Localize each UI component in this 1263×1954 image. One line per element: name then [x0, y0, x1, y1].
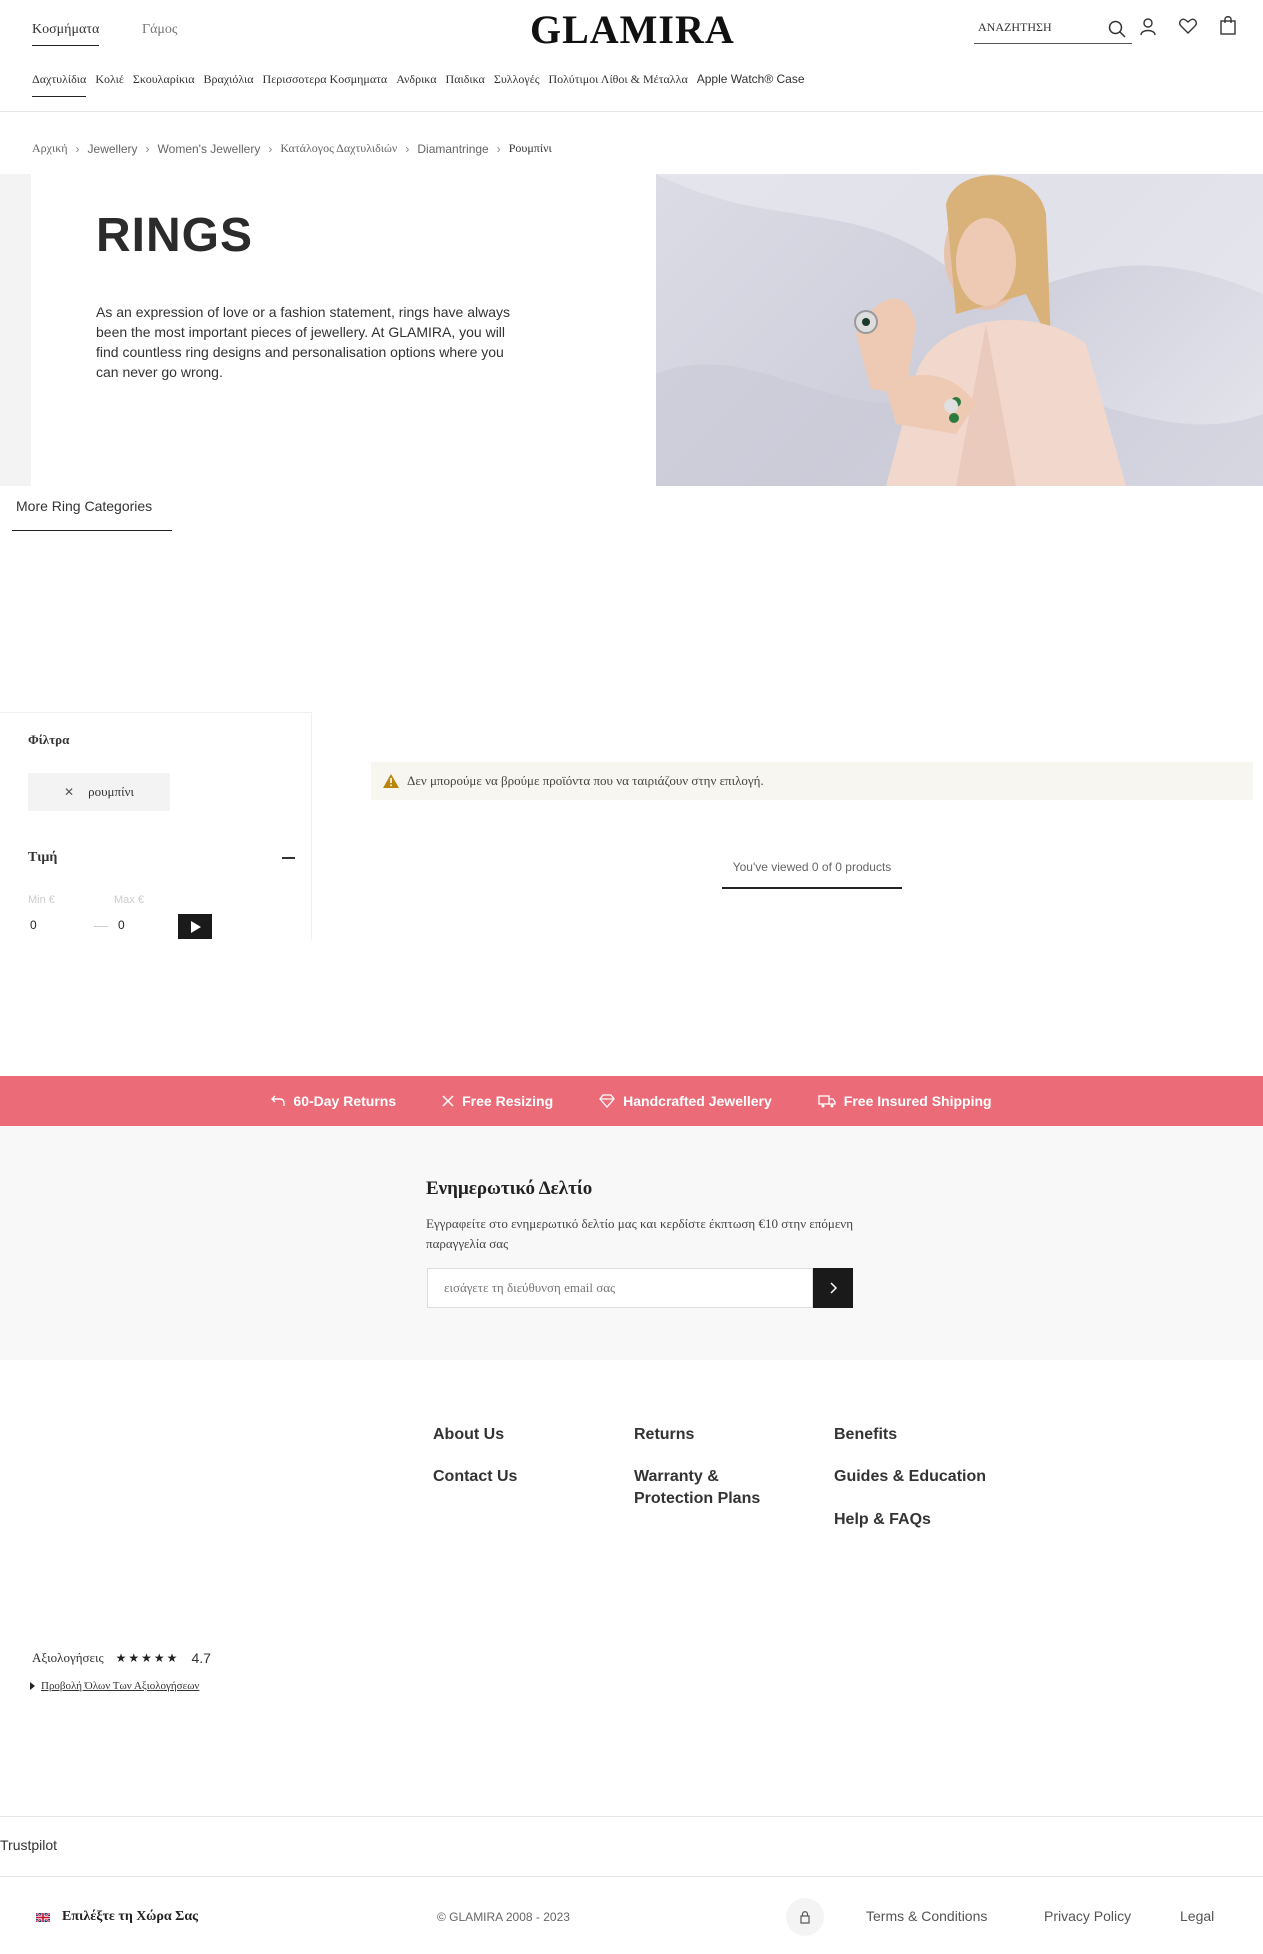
footer-link-contact-us[interactable]: Contact Us — [433, 1466, 517, 1488]
country-label: Επιλέξτε τη Χώρα Σας — [62, 1909, 199, 1924]
warning-icon — [383, 774, 399, 788]
chevron-right-icon: › — [145, 141, 150, 156]
perks-bar: 60-Day Returns Free Resizing Handcrafted… — [0, 1076, 1263, 1126]
chevron-right-icon: › — [268, 141, 273, 156]
newsletter-submit-button[interactable] — [813, 1268, 853, 1308]
nav-necklaces[interactable]: Κολιέ — [95, 72, 124, 97]
min-price-label: Min € — [28, 894, 55, 906]
reviews-summary: Αξιολογήσεις ★★★★★ 4.7 — [32, 1650, 211, 1666]
return-arrow-icon — [271, 1095, 286, 1106]
perk-handcrafted[interactable]: Handcrafted Jewellery — [599, 1093, 772, 1109]
uk-flag-icon — [36, 1912, 50, 1922]
logo[interactable]: GLAMIRA — [530, 6, 735, 53]
nav-gemstones-metals[interactable]: Πολύτιμοι Λίθοι & Μέταλλα — [548, 72, 687, 97]
max-price-label: Max € — [114, 894, 144, 906]
resize-icon — [442, 1095, 454, 1107]
hero-description: As an expression of love or a fashion st… — [96, 304, 510, 380]
search-icon[interactable] — [1108, 20, 1126, 38]
footer-link-help[interactable]: Help & FAQs — [834, 1509, 931, 1531]
breadcrumb-jewellery[interactable]: Jewellery — [88, 142, 138, 156]
newsletter-text: Εγγραφείτε στο ενημερωτικό δελτίο μας κα… — [426, 1216, 853, 1251]
main-nav: Δαχτυλίδια Κολιέ Σκουλαρίκια Βραχιόλια Π… — [32, 72, 805, 97]
max-price-input[interactable]: 0 — [118, 918, 125, 932]
newsletter-title: Ενημερωτικό Δελτίο — [426, 1178, 593, 1199]
terms-link[interactable]: Terms & Conditions — [866, 1908, 987, 1924]
star-rating-icon: ★★★★★ — [115, 1650, 180, 1665]
perk-shipping-label: Free Insured Shipping — [843, 1093, 992, 1109]
chevron-right-icon — [830, 1282, 838, 1294]
diamond-hand-icon — [599, 1094, 615, 1108]
user-icon[interactable] — [1140, 18, 1156, 36]
lock-icon[interactable] — [786, 1898, 824, 1936]
breadcrumb-home[interactable]: Αρχική — [32, 141, 68, 156]
breadcrumb: Αρχική › Jewellery › Women's Jewellery ›… — [32, 141, 552, 156]
price-filter-title[interactable]: Τιμή — [28, 850, 57, 866]
perk-shipping[interactable]: Free Insured Shipping — [818, 1093, 992, 1109]
alert-text: Δεν μπορούμε να βρούμε προϊόντα που να τ… — [407, 773, 764, 788]
header-divider — [0, 111, 1263, 112]
footer-link-benefits[interactable]: Benefits — [834, 1424, 897, 1446]
hero-left-strip — [0, 174, 31, 486]
nav-rings[interactable]: Δαχτυλίδια — [32, 72, 87, 97]
filters-title: Φίλτρα — [28, 732, 70, 747]
perk-handcrafted-label: Handcrafted Jewellery — [623, 1093, 772, 1109]
nav-bracelets[interactable]: Βραχιόλια — [204, 72, 254, 97]
truck-icon — [818, 1094, 836, 1107]
footer-divider-top — [0, 1816, 1263, 1817]
top-link-wedding[interactable]: Γάμος — [142, 22, 177, 38]
breadcrumb-ring-catalog[interactable]: Κατάλογος Δαχτυλιδιών — [280, 141, 397, 156]
footer-link-returns[interactable]: Returns — [634, 1424, 694, 1446]
active-filter-chip[interactable]: ✕ ρουμπίνι — [28, 773, 170, 811]
perk-resizing-label: Free Resizing — [462, 1093, 554, 1109]
heart-icon[interactable] — [1179, 18, 1197, 34]
collapse-icon[interactable] — [282, 857, 295, 859]
country-selector[interactable]: Επιλέξτε τη Χώρα Σας — [36, 1909, 198, 1925]
apply-price-button[interactable] — [178, 914, 212, 939]
search-label: ΑΝΑΖΗΤΗΣΗ — [978, 20, 1052, 34]
nav-men[interactable]: Ανδρικα — [396, 72, 436, 97]
breadcrumb-diamantringe[interactable]: Diamantringe — [417, 142, 488, 156]
no-products-alert: Δεν μπορούμε να βρούμε προϊόντα που να τ… — [371, 762, 1253, 800]
nav-kids[interactable]: Παιδικα — [446, 72, 485, 97]
rating-score: 4.7 — [191, 1650, 211, 1666]
nav-earrings[interactable]: Σκουλαρίκια — [133, 72, 195, 97]
perk-returns[interactable]: 60-Day Returns — [271, 1093, 396, 1109]
perk-returns-label: 60-Day Returns — [293, 1093, 397, 1109]
footer-link-warranty[interactable]: Warranty & Protection Plans — [634, 1466, 784, 1510]
breadcrumb-womens-jewellery[interactable]: Women's Jewellery — [158, 142, 261, 156]
range-separator — [94, 926, 108, 927]
search-input[interactable]: ΑΝΑΖΗΤΗΣΗ — [974, 16, 1132, 44]
footer-link-guides[interactable]: Guides & Education — [834, 1466, 986, 1488]
trustpilot-widget[interactable]: Trustpilot — [0, 1837, 57, 1853]
all-reviews-link[interactable]: Προβολή Όλων Των Αξιολογήσεων — [30, 1680, 199, 1692]
min-price-input[interactable]: 0 — [30, 918, 37, 932]
privacy-link[interactable]: Privacy Policy — [1044, 1908, 1131, 1924]
nav-more-jewellery[interactable]: Περισσοτερα Κοσμηματα — [263, 72, 388, 97]
viewed-progress-bar — [722, 887, 902, 889]
all-reviews-label: Προβολή Όλων Των Αξιολογήσεων — [41, 1680, 200, 1692]
breadcrumb-current: Ρουμπίνι — [508, 141, 552, 155]
viewed-count: You've viewed 0 of 0 products — [732, 860, 892, 874]
chevron-right-icon: › — [75, 141, 80, 156]
more-ring-categories-tab[interactable]: More Ring Categories — [12, 498, 172, 531]
page-title: RINGS — [96, 209, 254, 262]
perk-resizing[interactable]: Free Resizing — [442, 1093, 553, 1109]
close-icon[interactable]: ✕ — [64, 785, 74, 799]
cart-icon[interactable] — [1220, 16, 1236, 35]
hero-image — [656, 174, 1263, 486]
reviews-label: Αξιολογήσεις — [32, 1650, 104, 1665]
copyright: © GLAMIRA 2008 - 2023 — [437, 1910, 570, 1924]
nav-collections[interactable]: Συλλογές — [494, 72, 540, 97]
nav-apple-watch-case[interactable]: Apple Watch® Case — [697, 72, 805, 97]
newsletter-email-field[interactable] — [427, 1268, 813, 1308]
footer-divider-bottom — [0, 1876, 1263, 1877]
footer-link-about-us[interactable]: About Us — [433, 1424, 504, 1446]
legal-link[interactable]: Legal — [1180, 1908, 1214, 1924]
active-filter-label: ρουμπίνι — [88, 784, 134, 799]
chevron-right-icon: › — [496, 141, 501, 156]
top-link-jewellery[interactable]: Κοσμήματα — [32, 22, 100, 46]
chevron-right-icon: › — [405, 141, 410, 156]
